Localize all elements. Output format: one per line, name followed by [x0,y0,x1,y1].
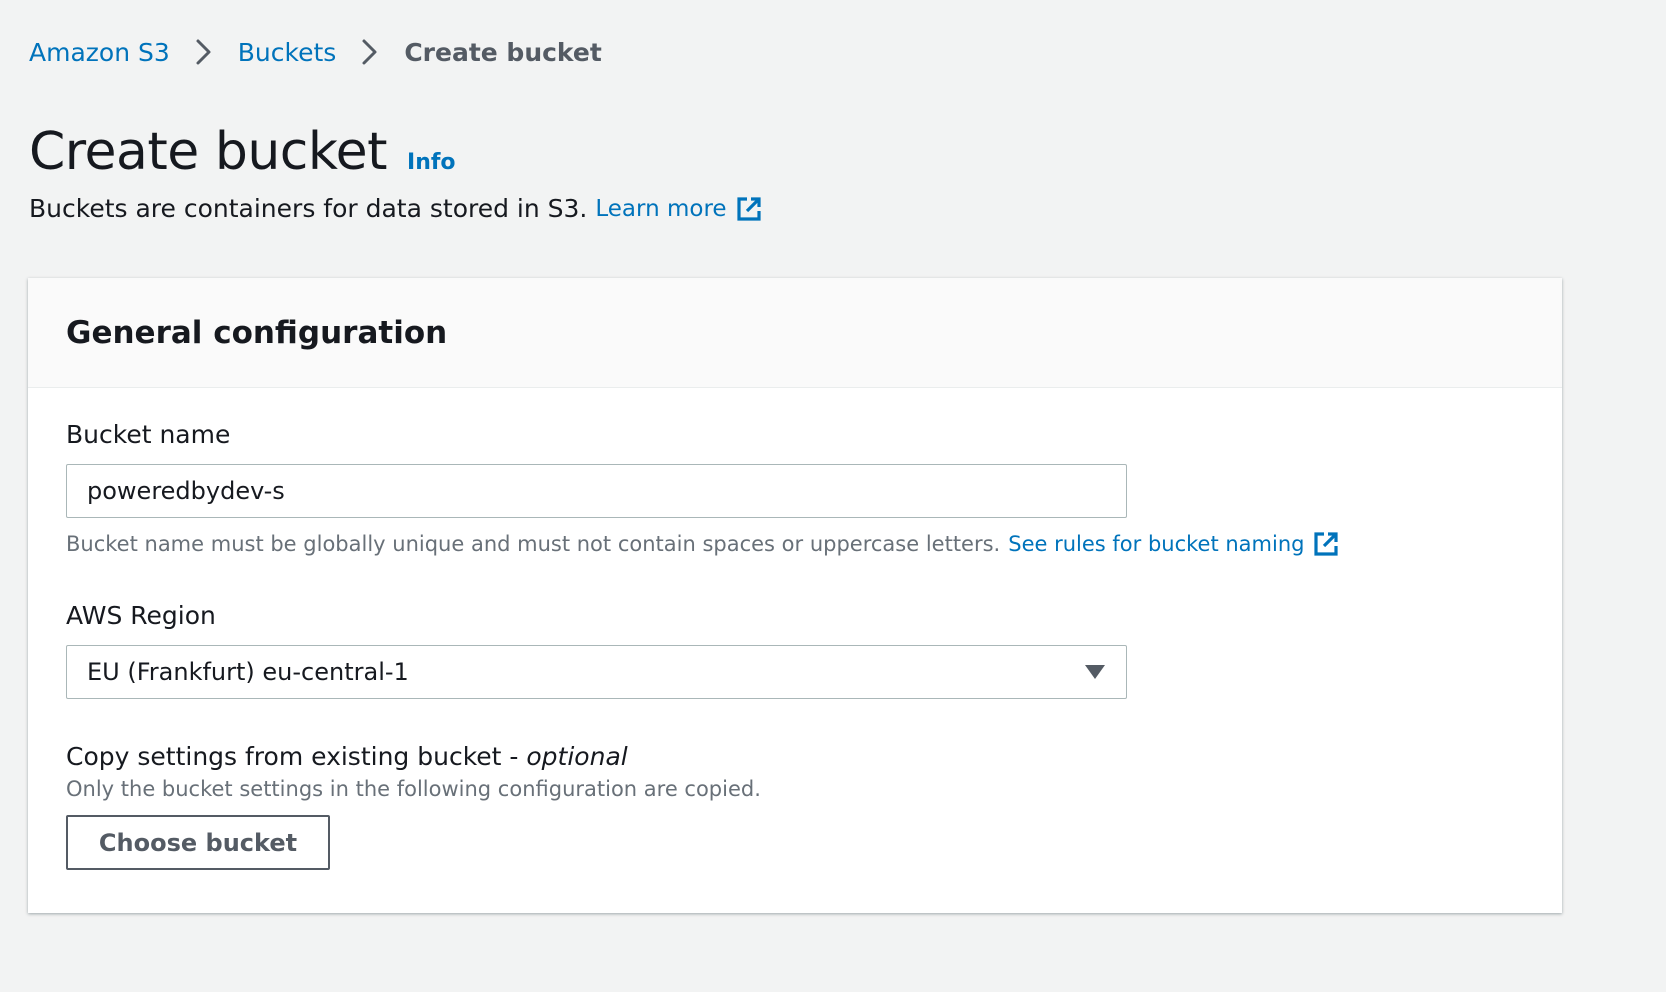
external-link-icon [735,195,763,223]
aws-region-selected: EU (Frankfurt) eu-central-1 [87,658,409,686]
copy-settings-label: Copy settings from existing bucket - opt… [66,742,628,771]
copy-settings-label-text: Copy settings from existing bucket - [66,742,527,771]
bucket-naming-rules-label: See rules for bucket naming [1008,532,1305,556]
page-header: Create bucket Info [29,126,456,178]
panel-title: General configuration [66,314,448,351]
learn-more-label: Learn more [595,195,727,222]
breadcrumb-amazon-s3[interactable]: Amazon S3 [29,38,170,67]
bucket-name-input[interactable] [66,464,1127,518]
aws-region-select[interactable]: EU (Frankfurt) eu-central-1 [66,645,1127,699]
bucket-name-hint-text: Bucket name must be globally unique and … [66,532,1001,556]
caret-down-icon [1084,664,1106,680]
learn-more-link[interactable]: Learn more [595,195,762,223]
breadcrumb: Amazon S3 Buckets Create bucket [29,32,602,72]
bucket-naming-rules-link[interactable]: See rules for bucket naming [1008,530,1340,558]
copy-settings-description: Only the bucket settings in the followin… [66,777,761,801]
external-link-icon [1312,530,1340,558]
breadcrumb-buckets[interactable]: Buckets [238,38,337,67]
optional-tag: optional [526,742,628,771]
info-link[interactable]: Info [407,150,456,175]
bucket-name-hint: Bucket name must be globally unique and … [66,530,1340,558]
chevron-right-icon [358,37,382,67]
page-description-text: Buckets are containers for data stored i… [29,194,588,223]
page-description: Buckets are containers for data stored i… [29,194,763,223]
chevron-right-icon [192,37,216,67]
choose-bucket-button[interactable]: Choose bucket [66,815,330,870]
panel-header: General configuration [28,278,1562,388]
breadcrumb-current: Create bucket [404,37,602,67]
page-title: Create bucket [29,122,388,182]
general-configuration-panel: General configuration Bucket name Bucket… [28,278,1562,913]
aws-region-label: AWS Region [66,601,216,630]
bucket-name-label: Bucket name [66,420,231,449]
